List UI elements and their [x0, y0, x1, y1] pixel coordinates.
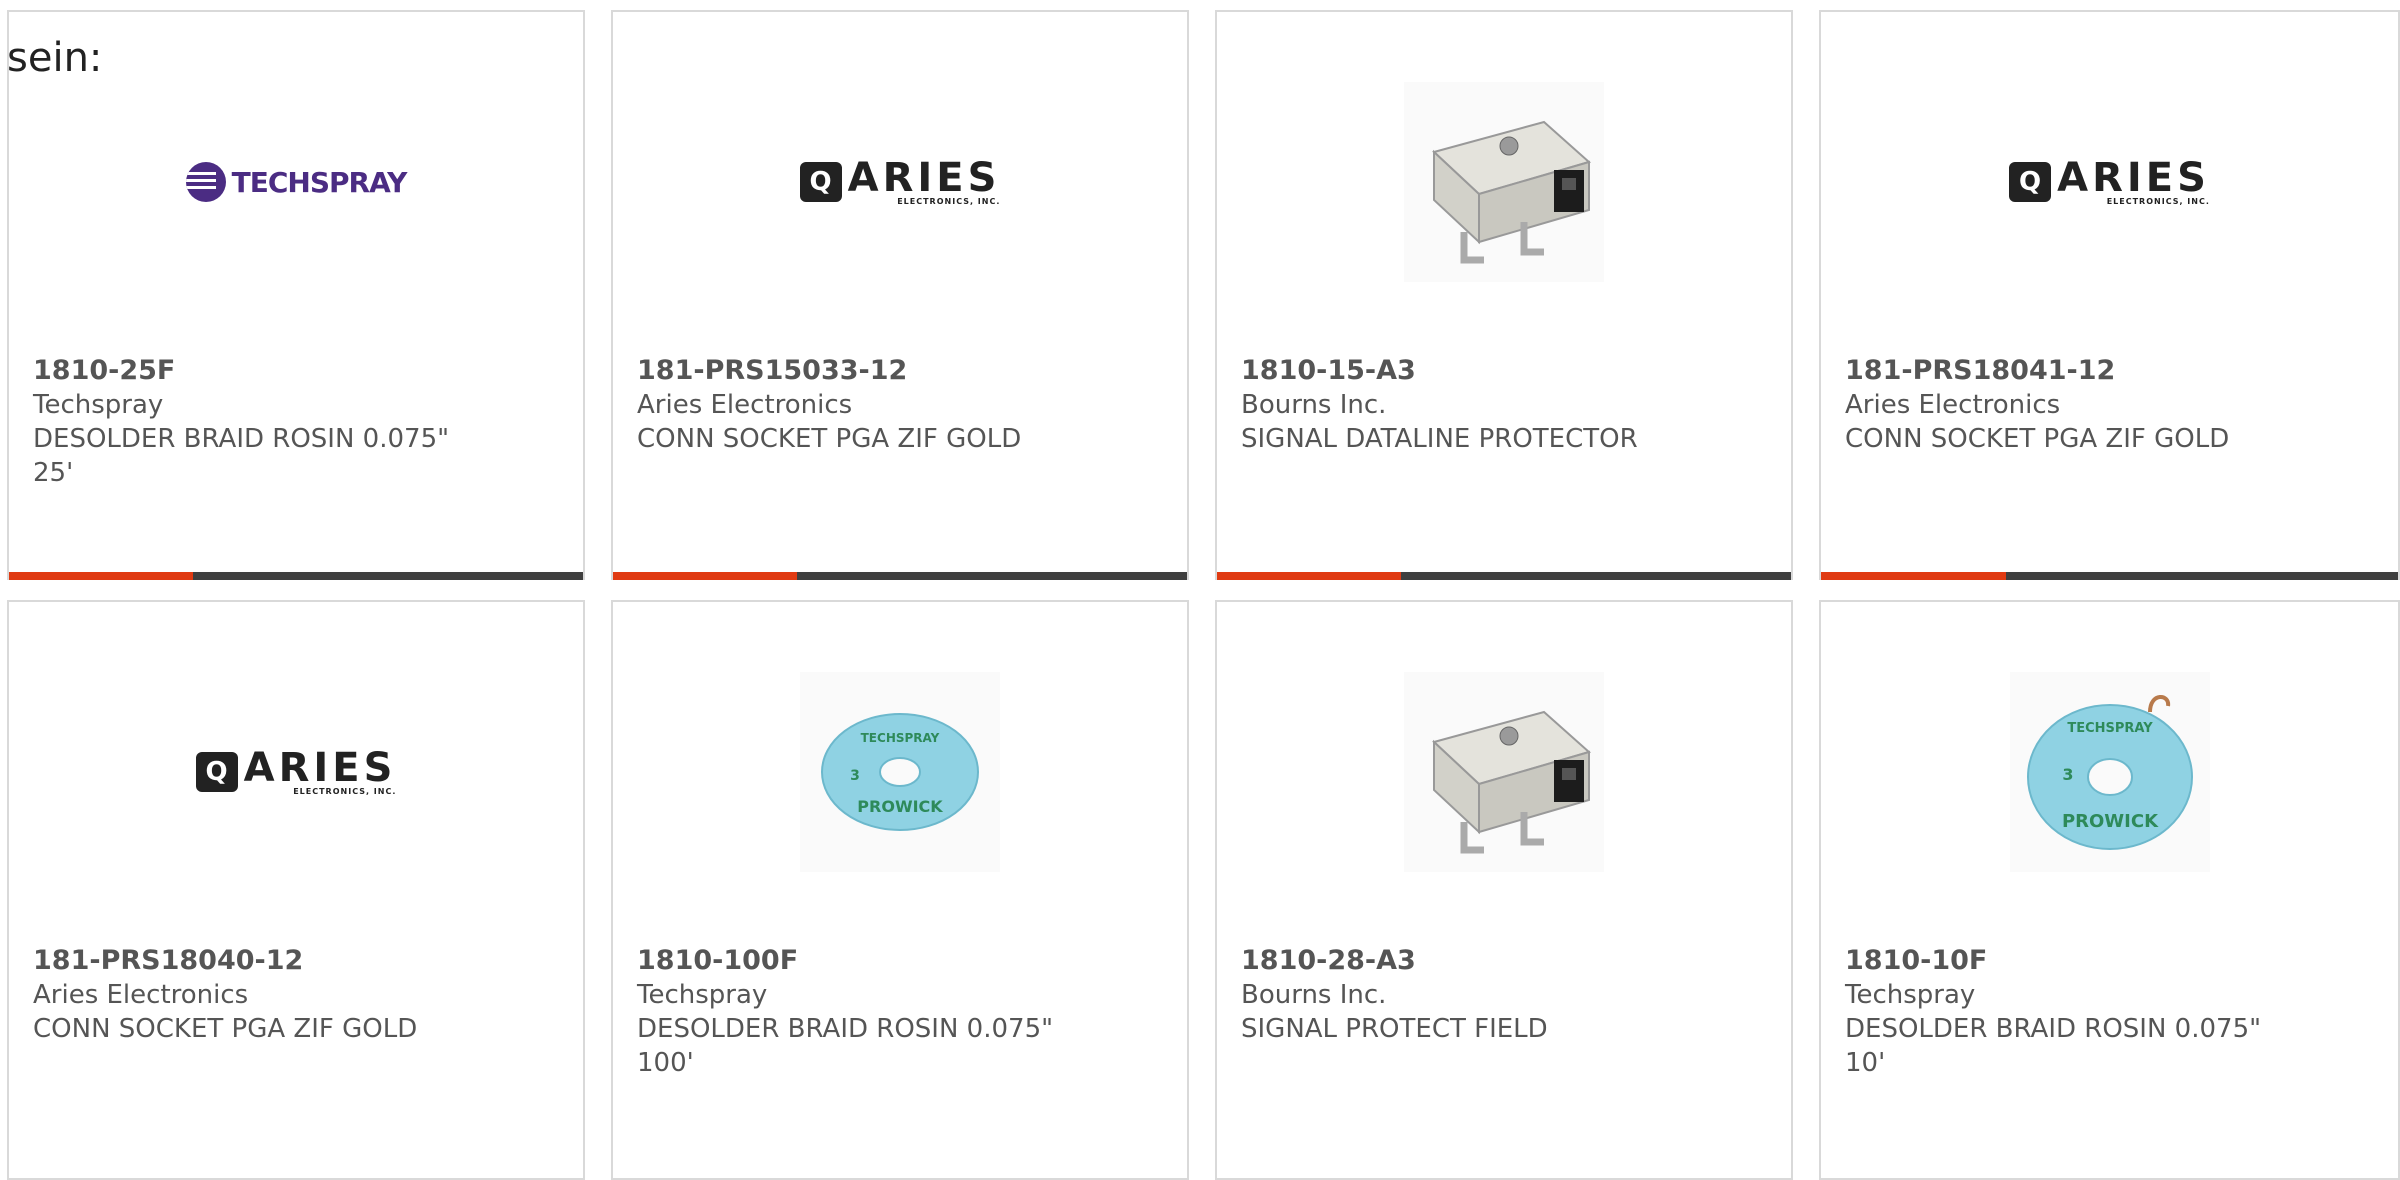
- product-image: TECHSPRAY PROWICK 3: [1821, 662, 2398, 882]
- progress-bar: [9, 572, 583, 580]
- part-number-link[interactable]: 1810-28-A3: [1241, 944, 1771, 978]
- product-card[interactable]: Q ARIES ELECTRONICS, INC. 181-PRS18040-12…: [7, 600, 585, 1180]
- part-number-link[interactable]: 1810-25F: [33, 354, 563, 388]
- manufacturer-label: Bourns Inc.: [1241, 980, 1387, 1010]
- product-image: [1217, 72, 1791, 292]
- svg-text:TECHSPRAY: TECHSPRAY: [861, 731, 940, 745]
- part-number-link[interactable]: 181-PRS18041-12: [1845, 354, 2378, 388]
- manufacturer-label: Aries Electronics: [637, 390, 853, 420]
- techspray-logo-icon: TECHSPRAY: [185, 162, 407, 202]
- svg-text:PROWICK: PROWICK: [2061, 811, 2158, 832]
- product-card[interactable]: TECHSPRAY PROWICK 3 1810-10F Techspray D…: [1819, 600, 2400, 1180]
- dataline-protector-icon: [1404, 672, 1604, 872]
- manufacturer-label: Aries Electronics: [33, 980, 249, 1010]
- part-number-link[interactable]: 181-PRS15033-12: [637, 354, 1167, 388]
- product-card[interactable]: TECHSPRAY PROWICK 3 1810-100F Techspray …: [611, 600, 1189, 1180]
- description-label: SIGNAL PROTECT FIELD: [1241, 1014, 1548, 1044]
- progress-bar: [613, 572, 1187, 580]
- manufacturer-label: Techspray: [637, 980, 768, 1010]
- prowick-spool-icon: TECHSPRAY PROWICK 3: [2009, 672, 2210, 872]
- description-label: DESOLDER BRAID ROSIN 0.075" 100': [637, 1014, 1054, 1078]
- product-image: [1217, 662, 1791, 882]
- description-label: SIGNAL DATALINE PROTECTOR: [1241, 424, 1638, 454]
- svg-text:TECHSPRAY: TECHSPRAY: [2067, 721, 2153, 736]
- progress-bar: [1217, 572, 1791, 580]
- description-label: DESOLDER BRAID ROSIN 0.075" 25': [33, 424, 450, 488]
- product-card[interactable]: Q ARIES ELECTRONICS, INC. 181-PRS18041-12…: [1819, 10, 2400, 580]
- product-image: Q ARIES ELECTRONICS, INC.: [9, 662, 583, 882]
- description-label: DESOLDER BRAID ROSIN 0.075" 10': [1845, 1014, 2262, 1078]
- aries-logo-icon: Q ARIES ELECTRONICS, INC.: [799, 158, 1001, 206]
- description-label: CONN SOCKET PGA ZIF GOLD: [637, 424, 1022, 454]
- progress-bar: [1821, 572, 2398, 580]
- part-number-link[interactable]: 1810-100F: [637, 944, 1167, 978]
- svg-text:PROWICK: PROWICK: [857, 797, 943, 816]
- svg-text:3: 3: [850, 768, 860, 784]
- product-image: Q ARIES ELECTRONICS, INC.: [1821, 72, 2398, 292]
- manufacturer-label: Techspray: [1845, 980, 1976, 1010]
- product-image: TECHSPRAY: [9, 72, 583, 292]
- part-number-link[interactable]: 181-PRS18040-12: [33, 944, 563, 978]
- header-label: sein:: [7, 35, 103, 81]
- product-image: TECHSPRAY PROWICK 3: [613, 662, 1187, 882]
- product-image: Q ARIES ELECTRONICS, INC.: [613, 72, 1187, 292]
- product-card[interactable]: Q ARIES ELECTRONICS, INC. 181-PRS15033-12…: [611, 10, 1189, 580]
- product-card[interactable]: TECHSPRAY 1810-25F Techspray DESOLDER BR…: [7, 10, 585, 580]
- description-label: CONN SOCKET PGA ZIF GOLD: [33, 1014, 418, 1044]
- part-number-link[interactable]: 1810-15-A3: [1241, 354, 1771, 388]
- dataline-protector-icon: [1404, 82, 1604, 282]
- description-label: CONN SOCKET PGA ZIF GOLD: [1845, 424, 2230, 454]
- manufacturer-label: Techspray: [33, 390, 164, 420]
- prowick-spool-icon: TECHSPRAY PROWICK 3: [800, 672, 1000, 872]
- manufacturer-label: Bourns Inc.: [1241, 390, 1387, 420]
- product-card[interactable]: 1810-15-A3 Bourns Inc. SIGNAL DATALINE P…: [1215, 10, 1793, 580]
- manufacturer-label: Aries Electronics: [1845, 390, 2061, 420]
- aries-logo-icon: Q ARIES ELECTRONICS, INC.: [195, 748, 397, 796]
- aries-logo-icon: Q ARIES ELECTRONICS, INC.: [2009, 158, 2210, 206]
- svg-text:3: 3: [2062, 765, 2073, 784]
- product-card[interactable]: 1810-28-A3 Bourns Inc. SIGNAL PROTECT FI…: [1215, 600, 1793, 1180]
- part-number-link[interactable]: 1810-10F: [1845, 944, 2378, 978]
